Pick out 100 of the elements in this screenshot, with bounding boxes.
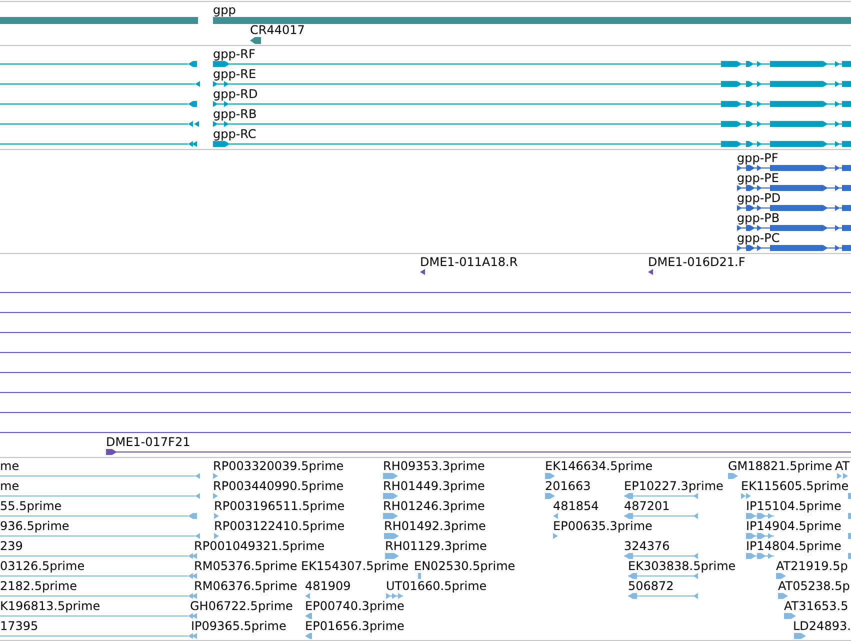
- feature-marker-icon: [778, 593, 788, 599]
- feature-label: EK115605.5prime: [741, 479, 849, 493]
- feature-label: AT: [835, 459, 850, 473]
- feature-label: IP09365.5prime: [191, 619, 286, 633]
- feature-label: EP00635.3prime: [553, 519, 652, 533]
- feature-marker-icon: [848, 553, 851, 559]
- feature-marker-icon: [848, 493, 851, 499]
- feature-marker-icon: [741, 493, 751, 499]
- feature-marker-icon: [420, 269, 425, 275]
- feature-marker-icon: [383, 493, 398, 499]
- feature-label: EP10227.3prime: [624, 479, 724, 493]
- feature-label: GH06722.5prime: [190, 599, 293, 613]
- feature-label: EP00740.3prime: [305, 599, 404, 613]
- feature-label: EP01656.3prime: [305, 619, 404, 633]
- feature-label: 17395: [0, 619, 38, 633]
- feature-label: 324376: [624, 539, 670, 553]
- feature-marker-icon: [794, 633, 806, 639]
- feature-label: RP003196511.5prime: [214, 499, 345, 513]
- feature-label: 506872: [628, 579, 674, 593]
- feature-marker-icon: [553, 533, 558, 539]
- feature-marker-icon: [214, 533, 219, 539]
- feature-label: 2182.5prime: [0, 579, 77, 593]
- feature-label: EK303838.5prime: [628, 559, 736, 573]
- feature-marker-icon: [545, 493, 555, 499]
- feature-label: gpp-PB: [737, 211, 780, 225]
- feature-label: DME1-016D21.F: [648, 255, 746, 269]
- feature-label: 03126.5prime: [0, 559, 85, 573]
- feature-marker-icon: [837, 473, 848, 479]
- feature-marker-icon: [305, 633, 312, 639]
- feature-glyph: [628, 573, 698, 579]
- feature-label: gpp-PC: [737, 231, 780, 245]
- feature-marker-icon: [776, 573, 786, 579]
- feature-label: AT31653.5: [784, 599, 848, 613]
- feature-label: K196813.5prime: [0, 599, 100, 613]
- feature-glyph: [746, 513, 774, 519]
- feature-marker-icon: [418, 573, 421, 579]
- feature-label: gpp: [213, 3, 236, 17]
- feature-label: CR44017: [250, 23, 305, 37]
- feature-marker-icon: [848, 533, 851, 539]
- feature-label: gpp-PE: [737, 171, 779, 185]
- feature-label: RH01129.3prime: [385, 539, 487, 553]
- feature-label: me: [0, 479, 20, 493]
- feature-label: 55.5prime: [0, 499, 62, 513]
- feature-label: RP001049321.5prime: [194, 539, 325, 553]
- feature-label: IP14804.5prime: [746, 539, 842, 553]
- feature-label: gpp-RC: [213, 127, 256, 141]
- feature-label: RP003440990.5prime: [213, 479, 344, 493]
- feature-label: RM05376.5prime: [194, 559, 298, 573]
- feature-label: RH01449.3prime: [383, 479, 485, 493]
- feature-label: RH01492.3prime: [384, 519, 486, 533]
- feature-label: RP003320039.5prime: [213, 459, 344, 473]
- feature-marker-icon: [384, 533, 399, 539]
- feature-marker-icon: [213, 493, 218, 499]
- feature-marker-icon: [545, 473, 555, 479]
- feature-label: IP14904.5prime: [746, 519, 842, 533]
- feature-label: EK154307.5prime: [301, 559, 409, 573]
- feature-glyph: [746, 533, 774, 539]
- feature-label: EK146634.5prime: [545, 459, 653, 473]
- feature-label: 481909: [305, 579, 351, 593]
- feature-marker-icon: [553, 513, 558, 519]
- feature-label: AT21919.5p: [776, 559, 848, 573]
- feature-marker-icon: [385, 553, 399, 559]
- feature-label: gpp-RB: [213, 107, 257, 121]
- feature-label: 239: [0, 539, 23, 553]
- feature-marker-icon: [848, 513, 851, 519]
- feature-label: gpp-PD: [737, 191, 781, 205]
- feature-marker-icon: [305, 613, 312, 619]
- feature-marker-icon: [728, 473, 738, 479]
- feature-label: gpp-RD: [213, 87, 258, 101]
- feature-marker-icon: [383, 513, 398, 519]
- feature-marker-icon: [648, 269, 653, 275]
- feature-label: DME1-017F21: [106, 435, 190, 449]
- feature-label: RH01246.3prime: [383, 499, 485, 513]
- feature-label: UT01660.5prime: [386, 579, 487, 593]
- feature-label: RM06376.5prime: [194, 579, 298, 593]
- feature-label: EN02530.5prime: [414, 559, 516, 573]
- feature-label: RP003122410.5prime: [214, 519, 345, 533]
- feature-label: LD24893.: [793, 619, 851, 633]
- feature-label: RH09353.3prime: [383, 459, 485, 473]
- feature-marker-icon: [386, 593, 403, 599]
- feature-label: GM18821.5prime: [728, 459, 832, 473]
- feature-label: 487201: [624, 499, 670, 513]
- feature-label: 936.5prime: [0, 519, 70, 533]
- feature-marker-icon: [305, 593, 310, 599]
- feature-label: 201663: [545, 479, 591, 493]
- feature-label: DME1-011A18.R: [420, 255, 518, 269]
- feature-marker-icon: [383, 473, 398, 479]
- feature-label: gpp-RE: [213, 67, 256, 81]
- feature-label: me: [0, 459, 20, 473]
- feature-marker-icon: [250, 36, 261, 44]
- feature-marker-icon: [213, 473, 218, 479]
- feature-label: gpp-PF: [737, 151, 778, 165]
- feature-glyph: [746, 553, 774, 559]
- feature-label: AT05238.5p: [778, 579, 850, 593]
- feature-label: 481854: [553, 499, 599, 513]
- feature-glyph: [628, 593, 698, 599]
- feature-label: IP15104.5prime: [746, 499, 842, 513]
- feature-marker-icon: [214, 513, 219, 519]
- feature-label: gpp-RF: [213, 47, 256, 61]
- feature-marker-icon: [784, 613, 796, 619]
